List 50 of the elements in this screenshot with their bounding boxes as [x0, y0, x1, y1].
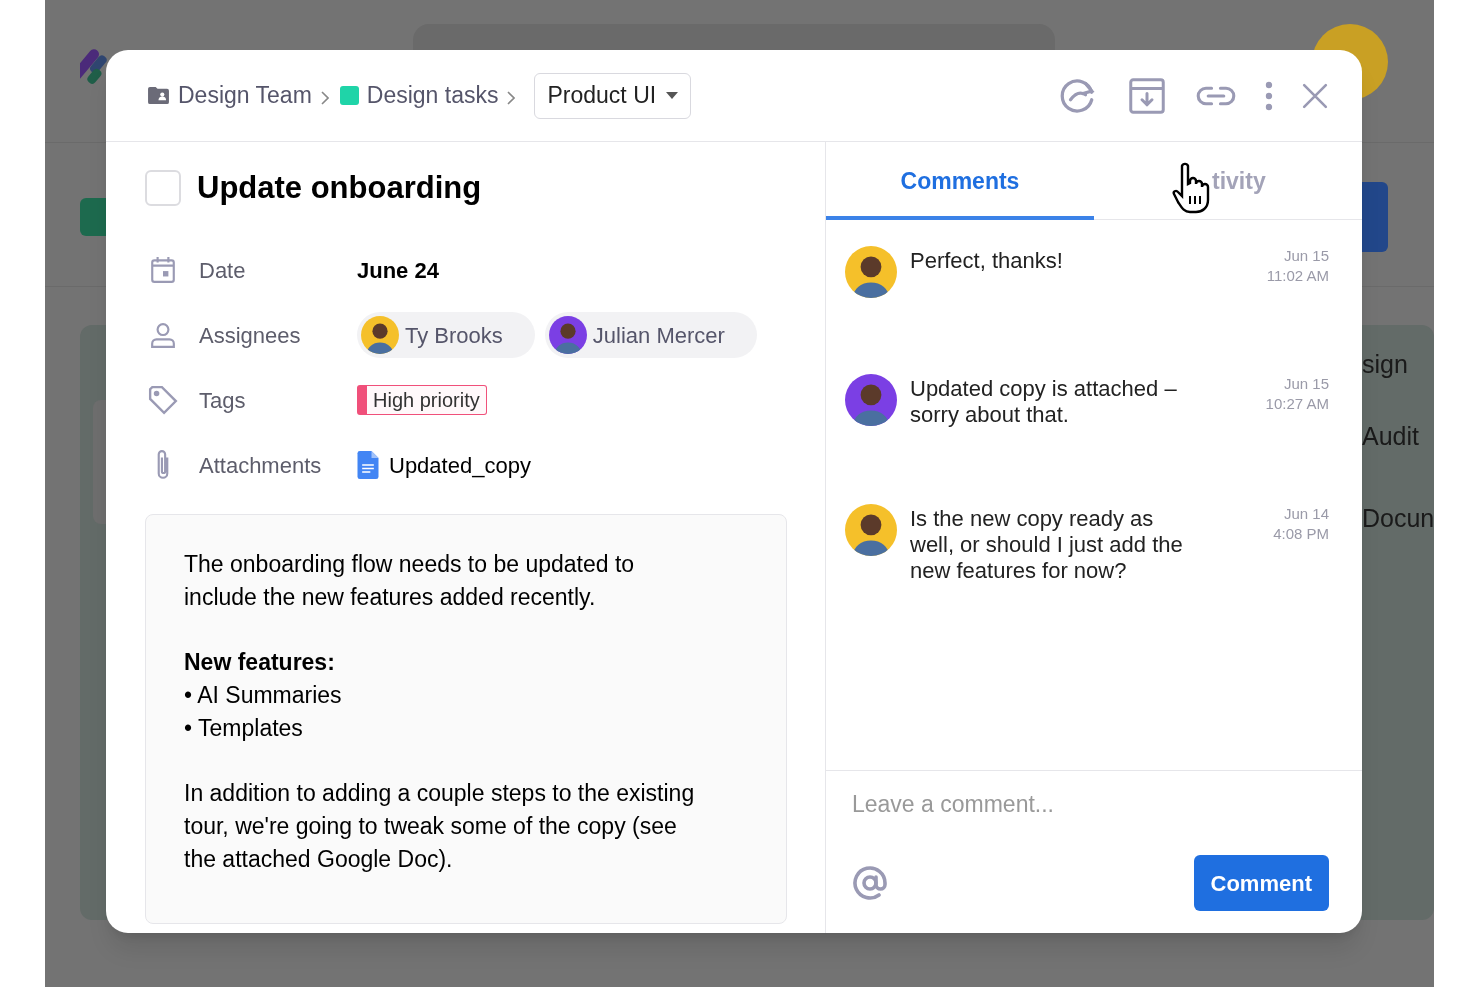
comment-time: 11:02 AM	[1266, 266, 1329, 286]
description-box[interactable]	[145, 514, 787, 924]
description-heading: New features:	[184, 648, 336, 677]
field-label: Tags	[199, 386, 247, 415]
comment-date: Jun 15	[1283, 374, 1329, 394]
assignee-name: Julian Mercer	[592, 321, 725, 350]
list-item: • Templates	[184, 714, 304, 743]
card-title: Audit	[1361, 421, 1420, 452]
project-dropdown[interactable]: Product UI	[534, 72, 692, 119]
field-label: Attachments	[199, 451, 323, 480]
task-title: Update onboarding	[197, 168, 482, 207]
assignee-chip[interactable]: Julian Mercer	[544, 312, 757, 358]
comment-field[interactable]: Leave a comment...	[852, 789, 1329, 819]
field-label: Date	[199, 256, 247, 285]
chevron-icon	[320, 90, 329, 105]
comment-text: Perfect, thanks!	[910, 247, 1064, 274]
more-icon[interactable]	[1265, 80, 1273, 111]
comment-date: Jun 15	[1283, 246, 1329, 266]
field-label: Assignees	[199, 321, 302, 350]
comment-date: Jun 14	[1283, 504, 1329, 524]
tab[interactable]: Comments	[826, 142, 1094, 220]
tag[interactable]: High priority	[357, 385, 487, 415]
calendar-icon	[150, 256, 176, 284]
card-title: Docun	[1361, 503, 1434, 534]
description-paragraph: The onboarding flow needs to be updated to include the new features added recently.	[184, 550, 636, 612]
folder-icon	[147, 86, 170, 105]
breadcrumb-link[interactable]: Design tasks	[366, 78, 499, 113]
complete-checkbox[interactable]	[145, 170, 181, 206]
breadcrumb-link[interactable]: Design Team	[178, 78, 312, 113]
list-item: • AI Summaries	[184, 681, 343, 710]
caret-icon	[666, 92, 679, 99]
assignee-chip[interactable]: Ty Brooks	[357, 312, 535, 358]
document-icon	[357, 451, 379, 479]
date-value[interactable]: June 24	[357, 253, 439, 287]
chevron-icon	[507, 90, 516, 105]
comment-time: 10:27 AM	[1265, 394, 1329, 414]
description-paragraph: In addition to adding a couple steps to the existing tour, we're going to tweak some of the copy (see the attached Google Doc).	[184, 779, 696, 874]
comment-text: Is the new copy ready as well, or should I just add the new features for now?	[910, 505, 1184, 584]
comment-time: 4:08 PM	[1273, 524, 1329, 544]
comment-button[interactable]: Comment	[1193, 855, 1329, 911]
archive-icon[interactable]	[1127, 75, 1167, 116]
assignee-name: Ty Brooks	[405, 321, 503, 350]
card-title: sign	[1361, 349, 1409, 380]
attachment-link[interactable]: Updated_copy	[389, 448, 531, 482]
close-icon[interactable]	[1302, 82, 1328, 109]
person-icon	[150, 322, 176, 348]
paperclip-icon	[155, 449, 171, 481]
tag-icon	[148, 385, 178, 415]
comment-text: Updated copy is attached – sorry about that.	[910, 375, 1178, 428]
mention-icon[interactable]	[852, 865, 888, 901]
